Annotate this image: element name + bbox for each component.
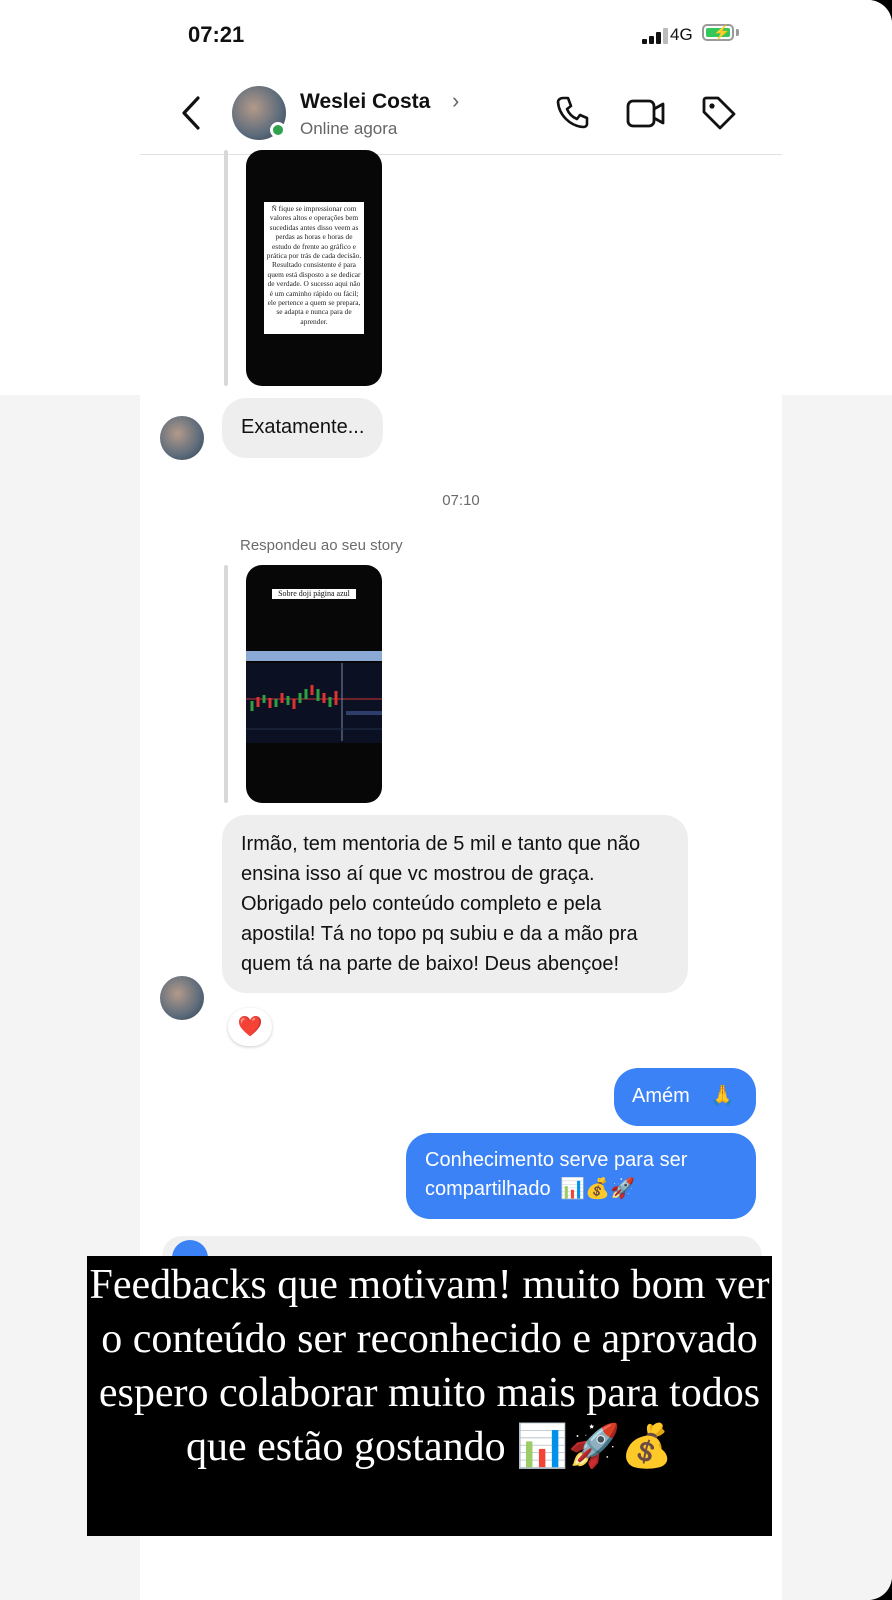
phone-icon[interactable] <box>554 94 590 130</box>
header-divider <box>140 154 782 155</box>
battery-tip <box>736 29 739 36</box>
story-thumbnail[interactable]: Ñ fique se impressionar com valores alto… <box>246 150 382 386</box>
chat-header: Weslei Costa › Online agora <box>140 78 782 154</box>
message-outgoing[interactable]: Conhecimento serve para ser compartilhad… <box>406 1133 756 1219</box>
story-thumbnail[interactable]: Sobre doji página azul <box>246 565 382 803</box>
praying-hands-icon: 🙏 <box>710 1085 735 1107</box>
video-icon[interactable] <box>626 96 666 130</box>
chart-header-band <box>246 651 382 661</box>
network-type: 4G <box>670 25 693 44</box>
caption-text: Feedbacks que motivam! muito bom ver o c… <box>89 1262 770 1470</box>
reply-indicator-line <box>224 150 228 386</box>
background-right-top <box>782 0 892 395</box>
online-indicator <box>270 122 286 138</box>
reply-label: Respondeu ao seu story <box>240 537 403 554</box>
background-left-top <box>0 0 140 395</box>
chart-money-rocket-icon: 📊💰🚀 <box>560 1178 635 1201</box>
signal-icon <box>642 28 670 44</box>
status-time: 07:21 <box>188 22 245 47</box>
story-text: Ñ fique se impressionar com valores alto… <box>264 202 364 334</box>
screenshot-frame: 07:21 4G ⚡ Weslei Costa › Online agora Ñ… <box>0 0 892 1600</box>
timestamp: 07:10 <box>442 492 480 509</box>
message-text: Conhecimento serve para ser compartilhad… <box>425 1149 688 1200</box>
chevron-left-icon[interactable] <box>178 94 208 132</box>
message-outgoing[interactable]: Amém 🙏 <box>614 1068 756 1126</box>
message-text: Amém <box>632 1085 690 1107</box>
message-incoming[interactable]: Irmão, tem mentoria de 5 mil e tanto que… <box>222 815 688 993</box>
candlestick-chart-image <box>246 663 382 743</box>
avatar[interactable] <box>160 416 204 460</box>
contact-name[interactable]: Weslei Costa <box>300 90 430 114</box>
tag-icon[interactable] <box>700 94 738 132</box>
story-caption: Sobre doji página azul <box>272 589 356 599</box>
caption-overlay: Feedbacks que motivam! muito bom ver o c… <box>87 1256 772 1536</box>
contact-status: Online agora <box>300 119 398 138</box>
battery-icon: ⚡ <box>702 24 734 41</box>
avatar[interactable] <box>160 976 204 1020</box>
message-incoming[interactable]: Exatamente... <box>222 398 384 458</box>
reply-indicator-line <box>224 565 228 803</box>
heart-reaction-icon[interactable]: ❤️ <box>228 1008 272 1046</box>
chevron-right-icon[interactable]: › <box>452 88 459 114</box>
